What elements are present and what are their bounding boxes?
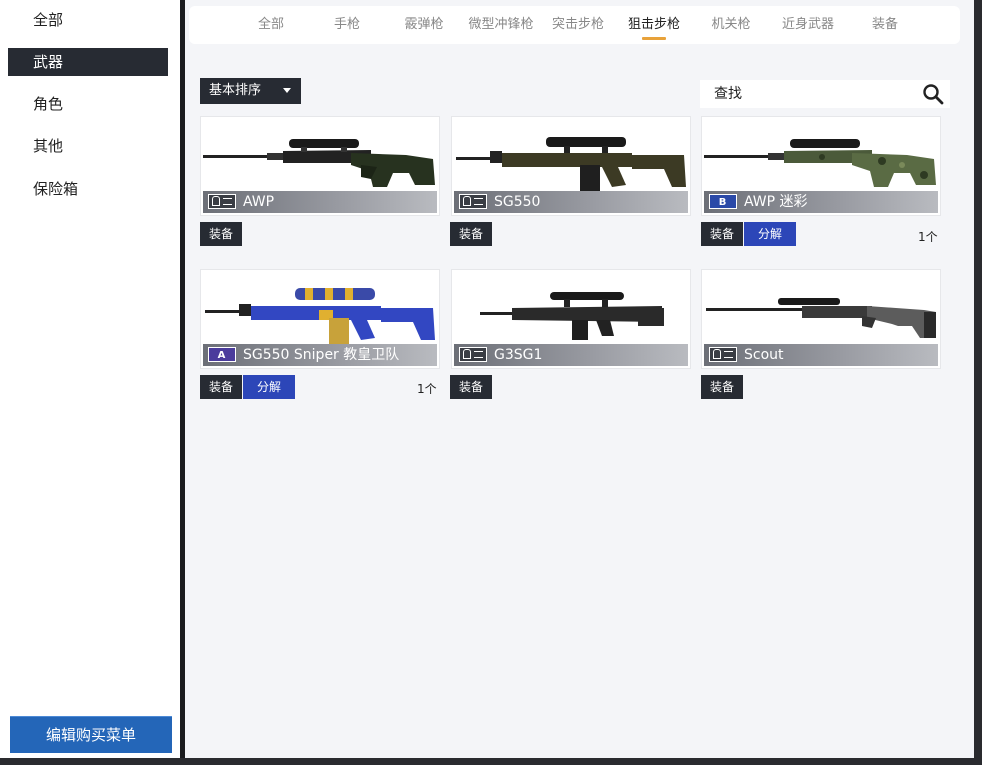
search-icon[interactable] <box>922 83 944 105</box>
awp-image <box>203 139 435 187</box>
window-edge <box>974 0 982 765</box>
equip-button[interactable]: 装备 <box>701 375 743 399</box>
id-badge-icon <box>208 194 236 209</box>
item-name: G3SG1 <box>494 347 543 363</box>
g3sg1-image <box>480 292 664 340</box>
item-name: AWP 迷彩 <box>744 194 808 210</box>
category-sidebar: 全部 武器 角色 其他 保险箱 编辑购买菜单 <box>0 0 180 758</box>
sort-label: 基本排序 <box>209 83 262 98</box>
sidebar-item-label: 武器 <box>33 53 64 71</box>
item-name: AWP <box>243 194 275 210</box>
equip-button[interactable]: 装备 <box>701 222 743 246</box>
sg550-sniper-image <box>205 288 435 344</box>
sidebar-item-label: 角色 <box>33 95 64 113</box>
item-count: 1个 <box>417 382 437 396</box>
search-input[interactable] <box>700 80 910 108</box>
item-name-bar: A SG550 Sniper 教皇卫队 <box>203 344 437 366</box>
tab-equipment[interactable]: 装备 <box>872 6 898 44</box>
item-card-sg550[interactable]: SG550 <box>452 117 690 215</box>
item-name-bar: Scout <box>704 344 938 366</box>
sidebar-item-safe[interactable]: 保险箱 <box>8 175 168 203</box>
item-name: SG550 <box>494 194 541 210</box>
item-card-awp[interactable]: AWP <box>201 117 439 215</box>
sidebar-item-label: 保险箱 <box>33 180 79 198</box>
window-edge <box>0 758 982 765</box>
equip-button[interactable]: 装备 <box>450 222 492 246</box>
item-card-g3sg1[interactable]: G3SG1 <box>452 270 690 368</box>
item-name-bar: G3SG1 <box>454 344 688 366</box>
tab-melee[interactable]: 近身武器 <box>782 6 834 44</box>
decompose-button[interactable]: 分解 <box>744 222 796 246</box>
search-box <box>700 80 950 108</box>
equip-button[interactable]: 装备 <box>200 375 242 399</box>
rank-letter: A <box>217 350 226 361</box>
item-name: Scout <box>744 347 784 363</box>
sort-dropdown[interactable]: 基本排序 <box>200 78 301 104</box>
item-card-awp-camo[interactable]: B AWP 迷彩 <box>702 117 940 215</box>
equip-button[interactable]: 装备 <box>450 375 492 399</box>
sidebar-item-characters[interactable]: 角色 <box>8 90 168 118</box>
awp-camo-image <box>704 139 936 187</box>
item-name: SG550 Sniper 教皇卫队 <box>243 347 400 363</box>
sidebar-item-label: 全部 <box>33 11 64 29</box>
weapon-type-tabs: 全部 手枪 霰弹枪 微型冲锋枪 突击步枪 狙击步枪 机关枪 近身武器 装备 <box>189 6 960 44</box>
id-badge-icon <box>459 347 487 362</box>
tab-pistols[interactable]: 手枪 <box>334 6 360 44</box>
item-name-bar: AWP <box>203 191 437 213</box>
decompose-button[interactable]: 分解 <box>243 375 295 399</box>
edit-buy-menu-button[interactable]: 编辑购买菜单 <box>10 716 172 753</box>
rank-letter: B <box>718 197 727 208</box>
id-badge-icon <box>709 347 737 362</box>
id-badge-icon <box>459 194 487 209</box>
tab-smgs[interactable]: 微型冲锋枪 <box>468 6 533 44</box>
equip-button[interactable]: 装备 <box>200 222 242 246</box>
inventory-panel: 全部 手枪 霰弹枪 微型冲锋枪 突击步枪 狙击步枪 机关枪 近身武器 装备 基本… <box>185 0 974 758</box>
rank-a-icon: A <box>208 347 236 362</box>
sidebar-item-weapons[interactable]: 武器 <box>8 48 168 76</box>
rank-b-icon: B <box>709 194 737 209</box>
item-card-scout[interactable]: Scout <box>702 270 940 368</box>
caret-down-icon <box>283 88 291 93</box>
item-name-bar: B AWP 迷彩 <box>704 191 938 213</box>
tab-sniper-rifles[interactable]: 狙击步枪 <box>628 6 680 44</box>
item-count: 1个 <box>918 230 938 244</box>
sidebar-item-label: 其他 <box>33 137 64 155</box>
tab-rifles[interactable]: 突击步枪 <box>552 6 604 44</box>
item-name-bar: SG550 <box>454 191 688 213</box>
scout-image <box>706 298 936 338</box>
tab-all[interactable]: 全部 <box>258 6 284 44</box>
tab-machine-guns[interactable]: 机关枪 <box>711 6 750 44</box>
sidebar-item-other[interactable]: 其他 <box>8 132 168 160</box>
tab-shotguns[interactable]: 霰弹枪 <box>404 6 443 44</box>
sidebar-item-all[interactable]: 全部 <box>8 6 168 34</box>
item-card-sg550-sniper[interactable]: A SG550 Sniper 教皇卫队 <box>201 270 439 368</box>
sg550-image <box>456 137 686 193</box>
